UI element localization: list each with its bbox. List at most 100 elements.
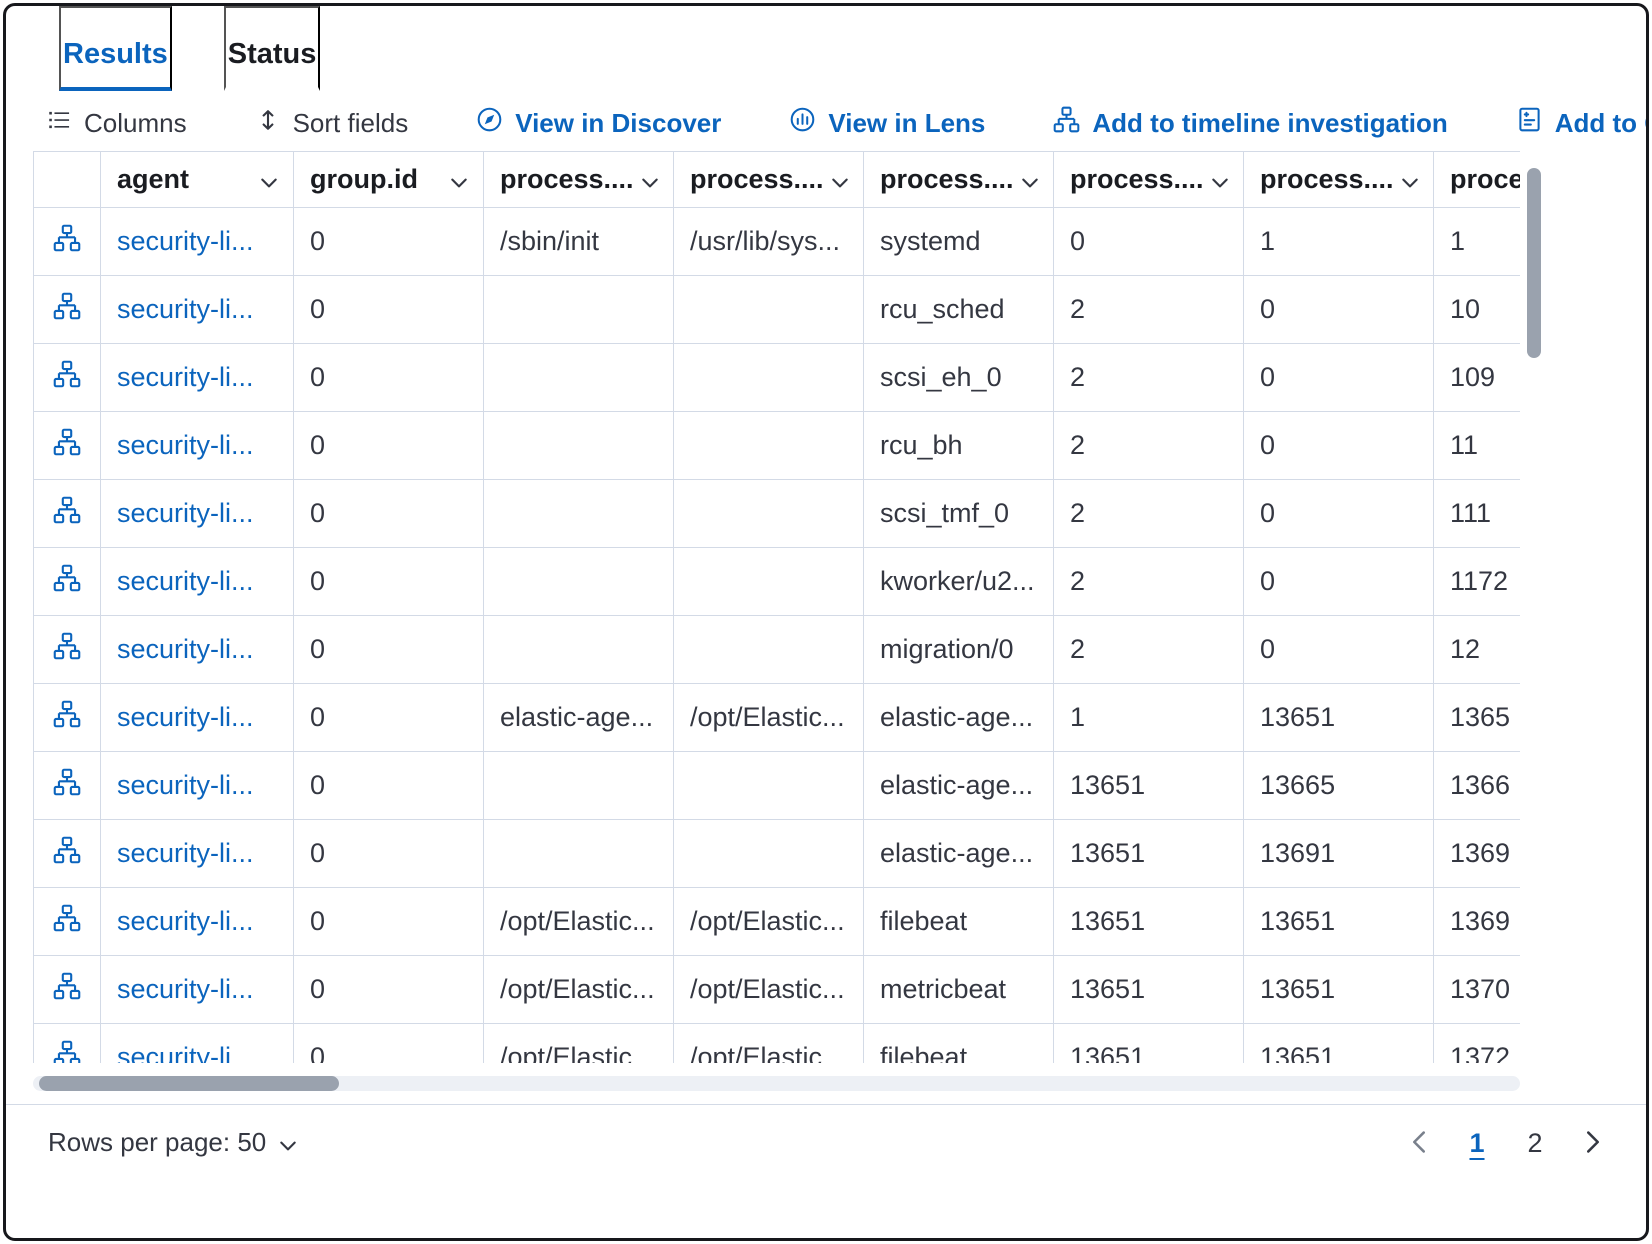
view-in-lens-button[interactable]: View in Lens <box>789 106 985 140</box>
agent-link[interactable]: security-li... <box>101 344 294 412</box>
agent-link[interactable]: security-li... <box>101 276 294 344</box>
agent-link[interactable]: security-li... <box>101 752 294 820</box>
analyze-event-button[interactable] <box>34 412 101 480</box>
column-header-process[interactable]: process.... <box>674 152 864 208</box>
table-row: security-li...0elastic-age.../opt/Elasti… <box>34 684 1520 752</box>
data-cell: 0 <box>294 820 484 888</box>
chevron-down-icon[interactable] <box>1022 164 1038 195</box>
agent-link[interactable]: security-li... <box>101 480 294 548</box>
page-1-button[interactable]: 1 <box>1466 1128 1488 1159</box>
agent-link[interactable]: security-li... <box>101 208 294 276</box>
tab-results[interactable]: Results <box>59 6 172 91</box>
chevron-down-icon[interactable] <box>1402 164 1418 195</box>
analyze-event-button[interactable] <box>34 1024 101 1063</box>
chevron-down-icon[interactable] <box>832 164 848 195</box>
data-cell: 13665 <box>1244 752 1434 820</box>
chevron-down-icon[interactable] <box>642 164 658 195</box>
discover-compass-icon <box>476 106 503 140</box>
data-cell: 11 <box>1434 412 1520 480</box>
table-row: security-li...0rcu_bh2011 <box>34 412 1520 480</box>
analyze-event-button[interactable] <box>34 548 101 616</box>
data-cell: 109 <box>1434 344 1520 412</box>
analyze-event-button[interactable] <box>34 956 101 1024</box>
data-cell: 1369 <box>1434 888 1520 956</box>
analyze-event-button[interactable] <box>34 276 101 344</box>
data-cell: systemd <box>864 208 1054 276</box>
data-cell <box>674 752 864 820</box>
horizontal-scrollbar-thumb[interactable] <box>39 1076 339 1091</box>
agent-link[interactable]: security-li... <box>101 820 294 888</box>
analyze-event-button[interactable] <box>34 684 101 752</box>
table-row: security-li...0scsi_tmf_020111 <box>34 480 1520 548</box>
data-cell <box>484 752 674 820</box>
analyze-event-button[interactable] <box>34 752 101 820</box>
sort-fields-button[interactable]: Sort fields <box>255 107 409 140</box>
data-cell: 13651 <box>1244 956 1434 1024</box>
data-cell: 0 <box>1054 208 1244 276</box>
chevron-right-icon <box>1586 1131 1600 1156</box>
next-page-button[interactable] <box>1582 1127 1604 1160</box>
chevron-down-icon[interactable] <box>261 164 277 195</box>
horizontal-scrollbar[interactable] <box>33 1076 1520 1091</box>
data-grid: agentgroup.idprocess....process....proce… <box>33 151 1520 1063</box>
analyze-event-button[interactable] <box>34 820 101 888</box>
column-header-process[interactable]: process.... <box>484 152 674 208</box>
previous-page-button[interactable] <box>1408 1127 1430 1160</box>
data-cell: 1372 <box>1434 1024 1520 1063</box>
results-panel: Results Status Columns Sort fields View … <box>3 3 1649 1241</box>
data-cell: /opt/Elastic... <box>674 1024 864 1063</box>
data-cell <box>674 548 864 616</box>
agent-link[interactable]: security-li... <box>101 684 294 752</box>
data-cell <box>674 276 864 344</box>
data-cell: 13691 <box>1244 820 1434 888</box>
add-to-timeline-button[interactable]: Add to timeline investigation <box>1053 106 1447 140</box>
tab-status[interactable]: Status <box>224 6 321 91</box>
agent-link[interactable]: security-li... <box>101 548 294 616</box>
data-cell: 0 <box>294 276 484 344</box>
analyze-event-button[interactable] <box>34 344 101 412</box>
data-cell: 0 <box>294 208 484 276</box>
analyze-event-button[interactable] <box>34 480 101 548</box>
analyze-event-icon <box>53 768 81 803</box>
agent-link[interactable]: security-li... <box>101 956 294 1024</box>
agent-link[interactable]: security-li... <box>101 1024 294 1063</box>
rows-per-page-button[interactable]: Rows per page: 50 <box>48 1127 296 1158</box>
chevron-down-icon[interactable] <box>451 164 467 195</box>
vertical-scrollbar[interactable] <box>1527 158 1541 1061</box>
data-cell: 0 <box>294 480 484 548</box>
analyze-event-icon <box>53 224 81 259</box>
data-cell: scsi_tmf_0 <box>864 480 1054 548</box>
data-cell <box>484 344 674 412</box>
analyze-event-button[interactable] <box>34 208 101 276</box>
analyze-event-button[interactable] <box>34 616 101 684</box>
column-header-process[interactable]: process.... <box>864 152 1054 208</box>
analyze-event-icon <box>53 972 81 1007</box>
data-cell: 2 <box>1054 276 1244 344</box>
column-header-groupid[interactable]: group.id <box>294 152 484 208</box>
data-cell <box>674 480 864 548</box>
data-cell: 1172 <box>1434 548 1520 616</box>
column-header-agent[interactable]: agent <box>101 152 294 208</box>
data-cell: 0 <box>294 752 484 820</box>
table-row: security-li...0/opt/Elastic.../opt/Elast… <box>34 1024 1520 1063</box>
chevron-down-icon[interactable] <box>1212 164 1228 195</box>
column-header-process[interactable]: process.... <box>1244 152 1434 208</box>
add-to-case-button[interactable]: Add to Case <box>1516 106 1649 140</box>
page-2-button[interactable]: 2 <box>1524 1128 1546 1159</box>
analyze-event-button[interactable] <box>34 888 101 956</box>
table-row: security-li...0/sbin/init/usr/lib/sys...… <box>34 208 1520 276</box>
data-cell: migration/0 <box>864 616 1054 684</box>
agent-link[interactable]: security-li... <box>101 616 294 684</box>
columns-button[interactable]: Columns <box>46 107 187 140</box>
table-row: security-li...0/opt/Elastic.../opt/Elast… <box>34 888 1520 956</box>
data-cell: 111 <box>1434 480 1520 548</box>
agent-link[interactable]: security-li... <box>101 412 294 480</box>
agent-link[interactable]: security-li... <box>101 888 294 956</box>
vertical-scrollbar-thumb[interactable] <box>1527 168 1541 358</box>
view-in-discover-button[interactable]: View in Discover <box>476 106 721 140</box>
column-header-process[interactable]: process.... <box>1054 152 1244 208</box>
data-cell: 13651 <box>1244 684 1434 752</box>
view-in-discover-label: View in Discover <box>515 108 721 139</box>
column-header-proce[interactable]: proce <box>1434 152 1520 208</box>
data-cell: elastic-age... <box>484 684 674 752</box>
